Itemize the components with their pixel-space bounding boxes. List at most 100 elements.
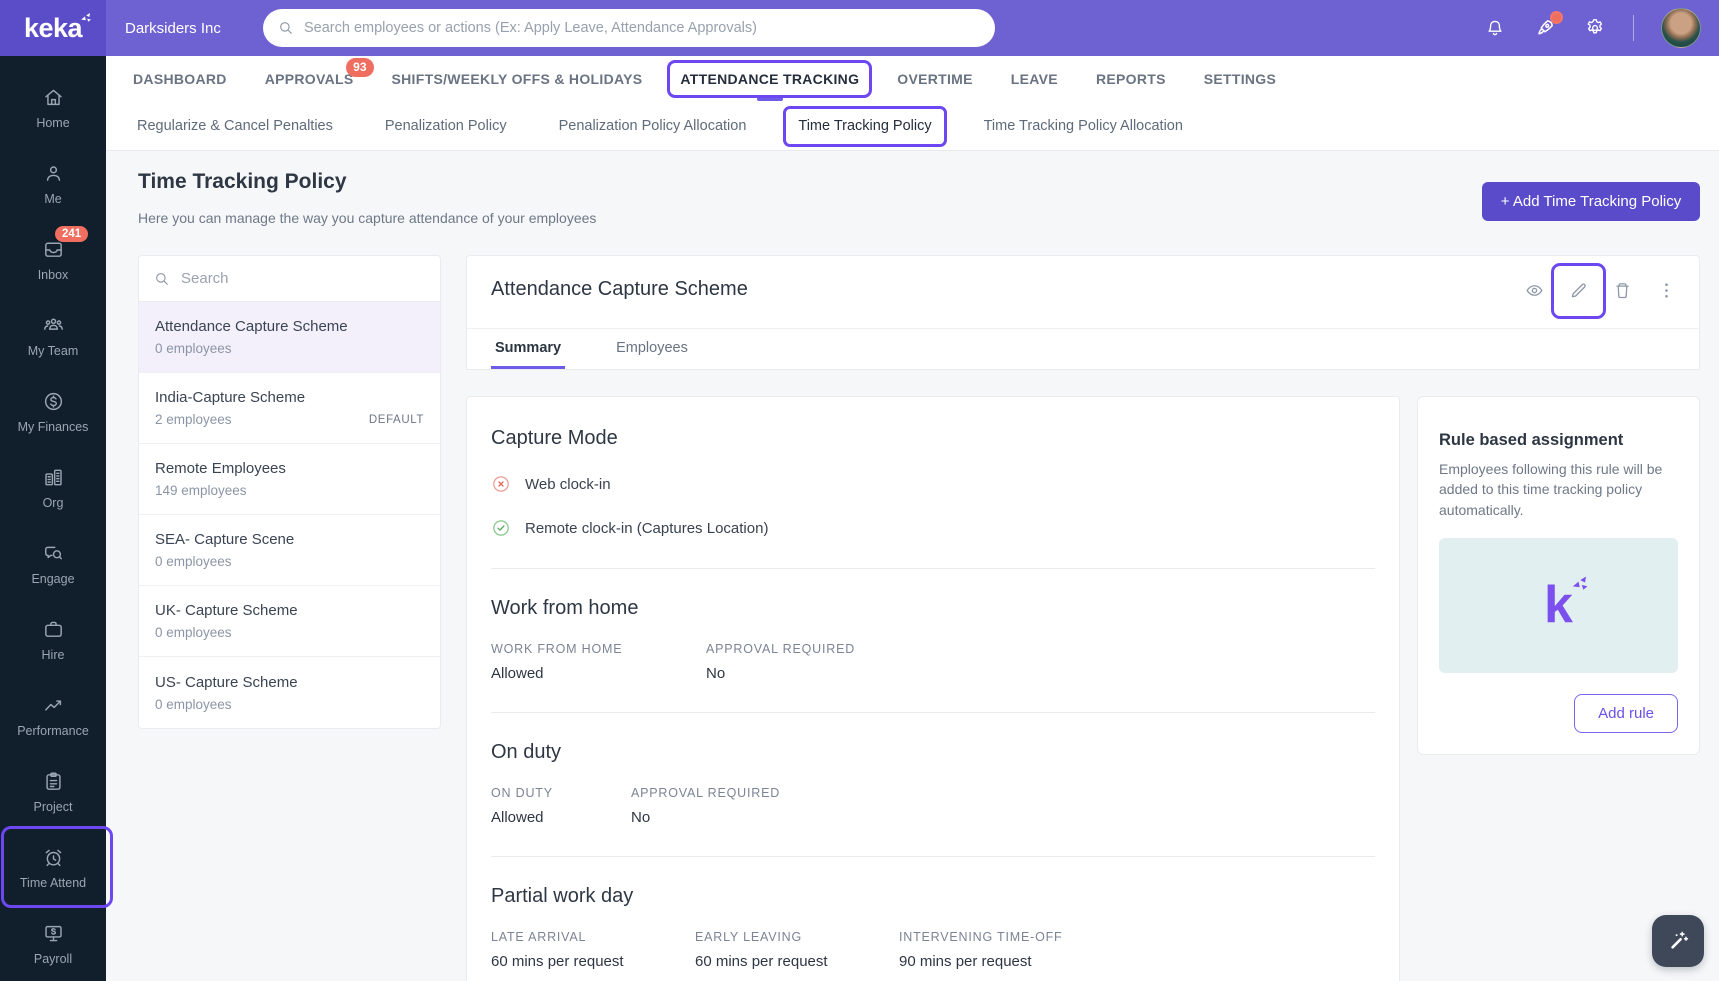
- section-divider: [491, 856, 1375, 857]
- tab-overtime[interactable]: OVERTIME: [897, 71, 973, 87]
- policy-detail-tabs: Summary Employees: [467, 328, 1699, 369]
- sidebar-item-org[interactable]: Org: [0, 450, 106, 526]
- sidebar-item-performance[interactable]: Performance: [0, 678, 106, 754]
- subtab-time-tracking-policy[interactable]: Time Tracking Policy: [783, 105, 947, 147]
- disabled-x-circle-icon: [493, 476, 509, 492]
- policy-list-item-india-capture-scheme[interactable]: India-Capture Scheme 2 employees DEFAULT: [139, 373, 440, 444]
- search-icon: [156, 272, 168, 285]
- policy-list-item-attendance-capture-scheme[interactable]: Attendance Capture Scheme 0 employees: [139, 302, 440, 373]
- approvals-count-badge: 93: [346, 57, 374, 77]
- search-icon: [280, 22, 292, 34]
- add-rule-button[interactable]: Add rule: [1574, 693, 1678, 733]
- on-duty-heading: On duty: [491, 741, 562, 763]
- rule-based-assignment-card: Rule based assignment Employees followin…: [1417, 396, 1700, 755]
- sidebar-item-me[interactable]: Me: [0, 146, 106, 222]
- policy-search-input[interactable]: [181, 270, 426, 287]
- policy-summary-panel: Capture Mode Web clock-in Remote clock-i…: [466, 396, 1400, 981]
- keka-mark-icon: k: [1544, 576, 1588, 631]
- tab-dashboard[interactable]: DASHBOARD: [133, 71, 227, 87]
- rule-card-illustration: k: [1439, 537, 1678, 673]
- tab-employees[interactable]: Employees: [612, 329, 692, 369]
- keka-spark-icon: [81, 13, 91, 22]
- subtab-time-tracking-policy-allocation[interactable]: Time Tracking Policy Allocation: [984, 118, 1183, 134]
- partial-work-day-fields: LATE ARRIVAL 60 mins per request EARLY LE…: [491, 930, 1063, 970]
- tab-attendance-tracking[interactable]: ATTENDANCE TRACKING: [667, 59, 873, 98]
- sidebar: Home Me 241 Inbox My Team My Finances Or…: [0, 56, 113, 981]
- tab-reports[interactable]: REPORTS: [1096, 71, 1166, 87]
- sidebar-item-inbox[interactable]: 241 Inbox: [0, 222, 106, 298]
- keka-spark-icon: [1572, 576, 1588, 591]
- tab-shifts-weekly-offs-holidays[interactable]: SHIFTS/WEEKLY OFFS & HOLIDAYS: [392, 71, 643, 87]
- magic-wand-fab[interactable]: [1652, 915, 1704, 967]
- team-icon: [43, 318, 63, 330]
- edit-pencil-icon[interactable]: [1551, 263, 1606, 319]
- chat-search-icon: [44, 546, 62, 560]
- add-time-tracking-policy-button[interactable]: + Add Time Tracking Policy: [1482, 182, 1700, 221]
- subtab-regularize-cancel-penalties[interactable]: Regularize & Cancel Penalties: [137, 118, 333, 134]
- person-icon: [46, 166, 60, 181]
- tab-leave[interactable]: LEAVE: [1011, 71, 1058, 87]
- user-avatar[interactable]: [1661, 8, 1701, 48]
- topbar: keka Darksiders Inc: [0, 0, 1719, 56]
- section-divider: [491, 568, 1375, 569]
- trend-up-icon: [44, 700, 61, 711]
- briefcase-icon: [44, 621, 62, 637]
- alarm-clock-icon: [45, 849, 61, 867]
- inbox-count-badge: 241: [55, 226, 89, 242]
- policy-list-item-uk-capture-scheme[interactable]: UK- Capture Scheme 0 employees: [139, 586, 440, 657]
- clipboard-icon: [45, 772, 61, 790]
- keka-logo[interactable]: keka: [0, 0, 106, 56]
- home-icon: [44, 89, 62, 106]
- notifications-bell-icon[interactable]: [1484, 17, 1506, 39]
- view-eye-icon[interactable]: [1524, 280, 1545, 301]
- tab-summary[interactable]: Summary: [491, 329, 566, 369]
- subtab-penalization-policy-allocation[interactable]: Penalization Policy Allocation: [559, 118, 747, 134]
- policy-list-item-us-capture-scheme[interactable]: US- Capture Scheme 0 employees: [139, 657, 440, 728]
- capture-mode-web-clockin: Web clock-in: [491, 474, 1375, 494]
- settings-gear-icon[interactable]: [1584, 17, 1606, 39]
- global-search: [263, 9, 995, 47]
- topbar-icons: [1484, 0, 1719, 56]
- section-divider: [491, 712, 1375, 713]
- more-kebab-icon[interactable]: [1656, 280, 1677, 301]
- company-name: Darksiders Inc: [125, 19, 221, 37]
- capture-mode-remote-clockin: Remote clock-in (Captures Location): [491, 518, 1375, 538]
- topbar-divider: [1633, 15, 1634, 41]
- attendance-subnav: Regularize & Cancel Penalties Penalizati…: [106, 101, 1719, 151]
- policy-list-item-sea-capture-scene[interactable]: SEA- Capture Scene 0 employees: [139, 515, 440, 586]
- buildings-icon: [44, 469, 62, 486]
- sidebar-item-time-attend[interactable]: Time Attend: [0, 826, 113, 908]
- monitor-dollar-icon: [44, 925, 62, 942]
- page-subtitle: Here you can manage the way you capture …: [138, 210, 597, 226]
- policy-list-item-remote-employees[interactable]: Remote Employees 149 employees: [139, 444, 440, 515]
- tab-approvals[interactable]: APPROVALS 93: [265, 57, 374, 87]
- sidebar-item-payroll[interactable]: Payroll: [0, 906, 106, 981]
- policy-detail-title: Attendance Capture Scheme: [491, 278, 748, 300]
- policy-list-panel: Attendance Capture Scheme 0 employees In…: [138, 255, 441, 729]
- sidebar-item-hire[interactable]: Hire: [0, 602, 106, 678]
- global-search-input[interactable]: [304, 20, 981, 36]
- capture-mode-heading: Capture Mode: [491, 427, 618, 449]
- enabled-check-circle-icon: [493, 520, 509, 536]
- work-from-home-fields: WORK FROM HOME Allowed APPROVAL REQUIRED N…: [491, 642, 856, 682]
- subtab-penalization-policy[interactable]: Penalization Policy: [385, 118, 507, 134]
- sidebar-item-home[interactable]: Home: [0, 70, 106, 146]
- whats-new-rocket-icon[interactable]: [1533, 11, 1563, 40]
- keka-logo-text: keka: [23, 12, 83, 43]
- sidebar-item-my-team[interactable]: My Team: [0, 298, 106, 374]
- tab-settings[interactable]: SETTINGS: [1204, 71, 1276, 87]
- dollar-circle-icon: [44, 392, 62, 411]
- delete-trash-icon[interactable]: [1612, 280, 1633, 301]
- on-duty-fields: ON DUTY Allowed APPROVAL REQUIRED No: [491, 786, 781, 826]
- policy-search: [139, 256, 440, 302]
- partial-work-day-heading: Partial work day: [491, 885, 634, 907]
- rule-card-title: Rule based assignment: [1439, 431, 1624, 449]
- sidebar-item-project[interactable]: Project: [0, 754, 106, 830]
- module-nav: DASHBOARD APPROVALS 93 SHIFTS/WEEKLY OFFS…: [106, 56, 1719, 101]
- policy-actions: [1524, 263, 1677, 319]
- sidebar-item-my-finances[interactable]: My Finances: [0, 374, 106, 450]
- page-title: Time Tracking Policy: [138, 170, 347, 193]
- rocket-notification-dot: [1550, 11, 1563, 24]
- sidebar-item-engage[interactable]: Engage: [0, 526, 106, 602]
- policy-detail-header: Attendance Capture Scheme Summary Employ…: [466, 255, 1700, 370]
